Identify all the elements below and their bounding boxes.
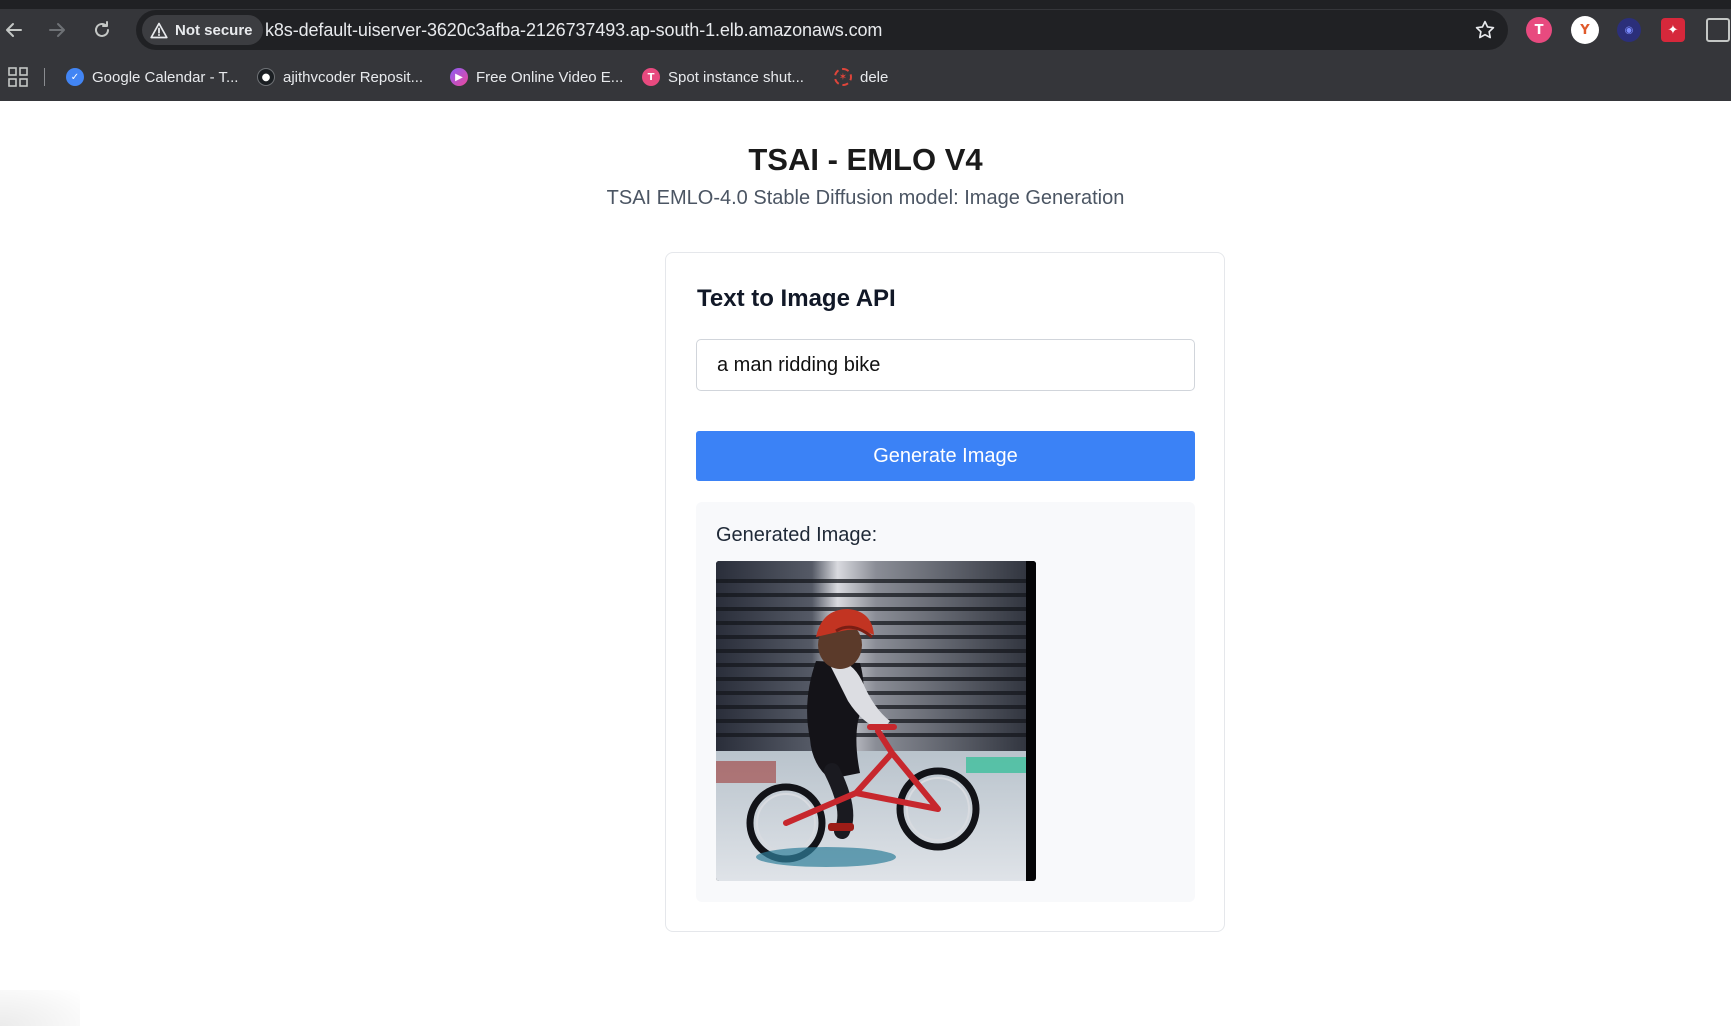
bookmarks-divider [44, 68, 45, 86]
bookmark-video-editor[interactable]: ▶ Free Online Video E... [450, 66, 623, 88]
generated-image-art [716, 561, 1036, 881]
bookmark-label: Free Online Video E... [476, 68, 624, 86]
generate-image-button[interactable]: Generate Image [696, 431, 1195, 481]
address-bar[interactable]: Not secure k8s-default-uiserver-3620c3af… [136, 10, 1508, 50]
prompt-input[interactable] [696, 339, 1195, 391]
warning-icon [150, 22, 168, 38]
forward-button[interactable] [44, 17, 70, 43]
result-panel: Generated Image: [696, 502, 1195, 902]
bookmark-label: Spot instance shut... [668, 68, 804, 86]
extension-t-icon[interactable]: T [1526, 17, 1552, 43]
url-text[interactable]: k8s-default-uiserver-3620c3afba-21267374… [265, 20, 882, 41]
card-title: Text to Image API [697, 285, 896, 312]
extensions-puzzle-icon[interactable] [1706, 18, 1730, 42]
bookmark-github-repo[interactable]: ● ajithvcoder Reposit... [257, 66, 423, 88]
browser-chrome: Not secure k8s-default-uiserver-3620c3af… [0, 0, 1731, 101]
dele-icon: ✶ [834, 68, 852, 86]
result-label: Generated Image: [716, 524, 878, 546]
google-calendar-icon: ✓ [66, 68, 84, 86]
reload-button[interactable] [89, 17, 115, 43]
bookmarks-bar: ✓ Google Calendar - T... ● ajithvcoder R… [0, 60, 1731, 94]
github-icon: ● [257, 68, 275, 86]
generated-image [716, 561, 1036, 881]
arrow-left-icon [6, 23, 22, 37]
page-subtitle: TSAI EMLO-4.0 Stable Diffusion model: Im… [606, 187, 1125, 209]
security-chip[interactable]: Not secure [142, 15, 263, 45]
bookmark-label: dele [860, 68, 889, 86]
bookmark-label: Google Calendar - T... [92, 68, 239, 86]
bookmark-star-icon[interactable] [1474, 19, 1496, 41]
extension-circle-icon[interactable]: ◉ [1617, 18, 1641, 42]
text-to-image-card: Text to Image API Generate Image Generat… [665, 252, 1225, 932]
bookmark-label: ajithvcoder Reposit... [283, 68, 424, 86]
bookmark-dele[interactable]: ✶ dele [834, 66, 888, 88]
extension-red-icon[interactable]: ✦ [1661, 18, 1685, 42]
reload-icon [95, 21, 109, 37]
corner-shadow [0, 990, 80, 1026]
spot-icon: T [642, 68, 660, 86]
arrow-right-icon [49, 23, 65, 37]
apps-grid-icon[interactable] [8, 67, 28, 87]
tab-strip-edge [0, 0, 1731, 9]
extension-y-icon[interactable]: Y [1571, 16, 1599, 44]
page-title: TSAI - EMLO V4 [748, 142, 983, 177]
bookmark-spot-instance[interactable]: T Spot instance shut... [642, 66, 804, 88]
video-editor-icon: ▶ [450, 68, 468, 86]
security-label: Not secure [175, 21, 253, 39]
back-button[interactable] [1, 17, 27, 43]
page-content: TSAI - EMLO V4 TSAI EMLO-4.0 Stable Diff… [0, 101, 1731, 1026]
bookmark-google-calendar[interactable]: ✓ Google Calendar - T... [66, 66, 238, 88]
